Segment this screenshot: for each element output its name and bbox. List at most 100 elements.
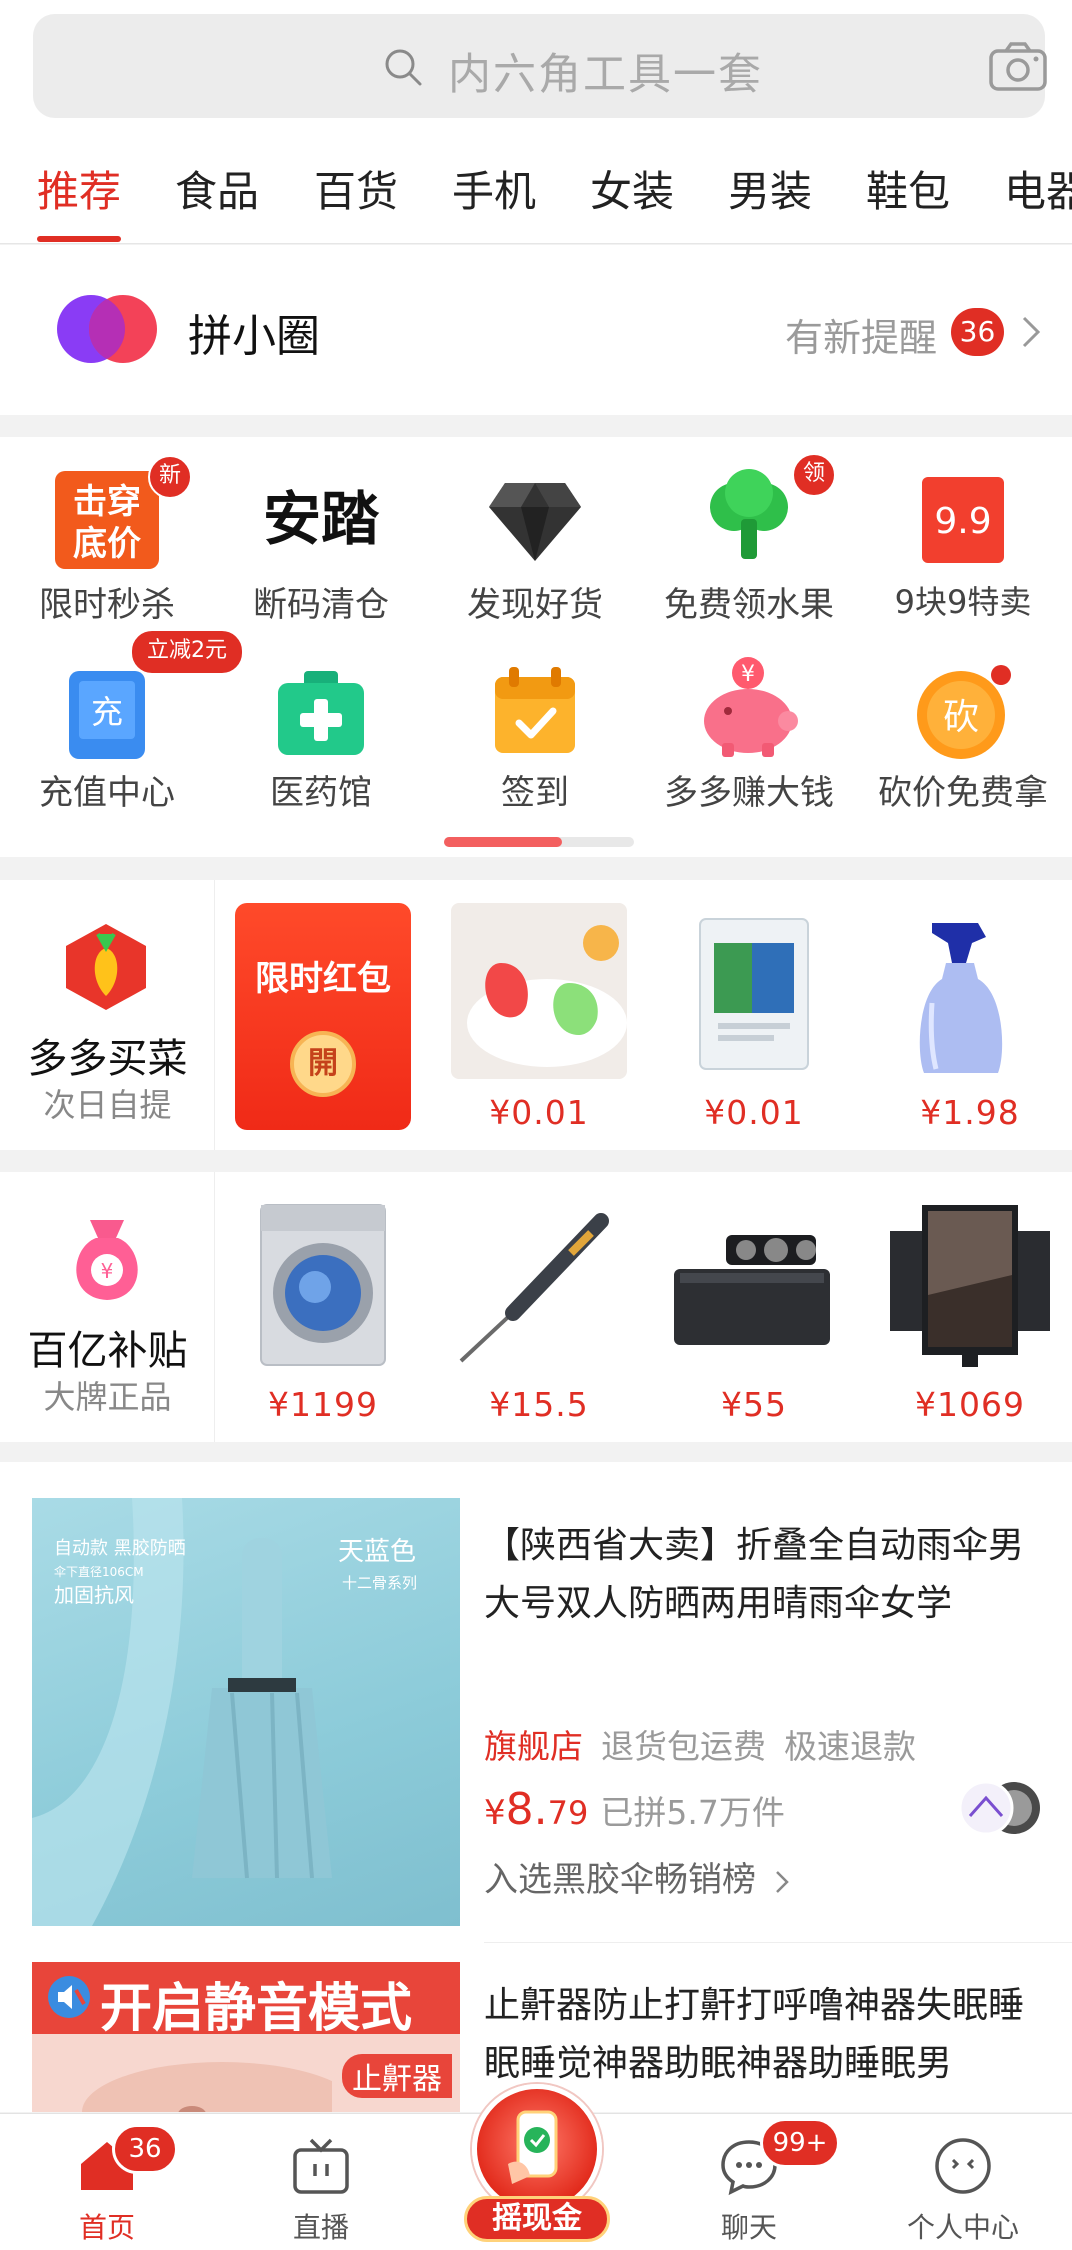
pipe-welder-image xyxy=(666,1195,842,1371)
product-price: ¥0.01 xyxy=(489,1093,589,1132)
tab-men[interactable]: 男装 xyxy=(728,158,812,219)
service-tag: 退货包运费 xyxy=(601,1727,766,1766)
svg-text:¥: ¥ xyxy=(741,662,755,687)
grid-label: 医药馆 xyxy=(270,773,372,813)
tab-food[interactable]: 食品 xyxy=(175,158,259,219)
salt-bag-image xyxy=(666,903,842,1079)
product-card[interactable]: ¥15.5 xyxy=(451,1195,631,1442)
friend-circle-row[interactable]: 拼小圈 有新提醒 36 xyxy=(0,245,1072,415)
tab-phones[interactable]: 手机 xyxy=(452,158,536,219)
product-price: ¥15.5 xyxy=(489,1385,589,1424)
bargain-icon: 砍 xyxy=(917,665,1011,759)
open-coin-icon[interactable]: 開 xyxy=(290,1031,356,1097)
svg-text:伞下直径106CM: 伞下直径106CM xyxy=(54,1564,144,1579)
grid-item-pharmacy[interactable]: 医药馆 xyxy=(214,629,428,829)
calendar-check-icon xyxy=(495,667,575,753)
product-card[interactable]: ¥1.98 xyxy=(882,903,1062,1150)
chat-badge: 99+ xyxy=(760,2118,840,2168)
grid-item-bargain[interactable]: 砍 砍价免费拿 xyxy=(856,629,1070,829)
grid-item-nine-nine[interactable]: 9.9 9块9特卖 xyxy=(856,437,1070,637)
circle-logo-icon xyxy=(57,295,157,363)
feed-item-title[interactable]: 止鼾器防止打鼾打呼噜神器失眠睡眠睡觉神器助眠神器助睡眠男 xyxy=(484,1977,1044,2093)
tab-bags[interactable]: 鞋包 xyxy=(866,158,950,219)
svg-text:加固抗风: 加固抗风 xyxy=(54,1583,134,1607)
grid-item-clearance[interactable]: 安踏 断码清仓 xyxy=(214,437,428,637)
search-placeholder[interactable]: 内六角工具一套 xyxy=(448,40,763,102)
umbrella-product-image[interactable]: 自动款 黑胶防晒 伞下直径106CM 加固抗风 天蓝色 十二骨系列 xyxy=(32,1498,460,1926)
product-chip: 止鼾器 xyxy=(342,2054,452,2098)
phone-hand-icon xyxy=(508,2110,558,2184)
svg-text:底价: 底价 xyxy=(73,524,141,564)
product-price: ¥1199 xyxy=(268,1385,378,1424)
grid-item-discover[interactable]: 发现好货 xyxy=(428,437,642,637)
nav-profile[interactable]: 个人中心 xyxy=(856,2114,1070,2250)
circle-remind-text: 有新提醒 xyxy=(785,316,938,360)
product-price: ¥1.98 xyxy=(920,1093,1020,1132)
spray-bottle-image xyxy=(882,903,1058,1079)
diamond-icon xyxy=(489,483,581,561)
svg-text:9.9: 9.9 xyxy=(934,501,991,542)
buyer-avatars xyxy=(958,1780,1040,1836)
nine-nine-icon: 9.9 xyxy=(922,477,1004,563)
grid-label: 充值中心 xyxy=(39,773,175,813)
feed-item-price: ¥8.79 已拼5.7万件 xyxy=(484,1784,785,1835)
washing-machine-image xyxy=(235,1195,411,1371)
grocery-lead[interactable]: 多多买菜 次日自提 xyxy=(0,880,215,1150)
product-price: ¥0.01 xyxy=(704,1093,804,1132)
medicine-box-icon xyxy=(278,671,364,755)
grid-scrollbar-thumb[interactable] xyxy=(444,837,562,847)
grid-item-earn-money[interactable]: ¥ 多多赚大钱 xyxy=(642,629,856,829)
nav-shake-cash[interactable]: 摇现金 xyxy=(464,2084,610,2250)
apple-peeler-image xyxy=(451,903,627,1079)
subsidy-subtitle: 大牌正品 xyxy=(43,1378,172,1416)
grid-label: 断码清仓 xyxy=(253,585,389,625)
anta-logo: 安踏 xyxy=(263,485,380,553)
product-card[interactable]: ¥1069 xyxy=(882,1195,1062,1442)
nav-home[interactable]: 36 首页 xyxy=(0,2114,214,2250)
monitor-image xyxy=(882,1195,1058,1371)
search-box[interactable]: 内六角工具一套 xyxy=(33,14,1048,118)
tab-recommend[interactable]: 推荐 xyxy=(37,158,121,219)
tab-general[interactable]: 百货 xyxy=(314,158,398,219)
grid-item-flash-sale[interactable]: 击穿 底价 新 限时秒杀 xyxy=(0,437,214,637)
product-card[interactable]: ¥55 xyxy=(666,1195,846,1442)
tree-icon xyxy=(710,469,788,559)
product-card[interactable]: ¥0.01 xyxy=(451,903,631,1150)
tab-women[interactable]: 女装 xyxy=(590,158,674,219)
nav-label: 直播 xyxy=(292,2211,349,2244)
service-tag: 极速退款 xyxy=(784,1727,916,1766)
product-card[interactable]: ¥0.01 xyxy=(666,903,846,1150)
red-packet-text: 限时红包 xyxy=(255,959,391,999)
subsidy-title: 百亿补贴 xyxy=(27,1328,188,1374)
feed-item-title[interactable]: 【陕西省大卖】折叠全自动雨伞男大号双人防晒两用晴雨伞女学 xyxy=(484,1517,1044,1633)
anti-snore-product-image[interactable]: 开启静音模式 止鼾器 xyxy=(32,1962,460,2112)
price-integer: 8. xyxy=(505,1784,548,1835)
nav-live[interactable]: 直播 xyxy=(214,2114,428,2250)
grid-label: 9块9特卖 xyxy=(894,583,1032,621)
active-tab-indicator xyxy=(37,236,121,242)
nav-label: 聊天 xyxy=(720,2211,777,2244)
svg-text:击穿: 击穿 xyxy=(73,482,141,522)
grid-scrollbar[interactable] xyxy=(444,837,634,847)
profile-icon xyxy=(935,2138,991,2194)
grid-item-free-fruit[interactable]: 领 免费领水果 xyxy=(642,437,856,637)
top-bar: 内六角工具一套 推荐 食品 百货 手机 女装 男装 鞋包 电器 xyxy=(0,0,1072,244)
category-tabs: 推荐 食品 百货 手机 女装 男装 鞋包 电器 xyxy=(0,150,1072,244)
grid-label: 限时秒杀 xyxy=(39,585,175,625)
camera-icon[interactable] xyxy=(988,41,1048,93)
price-decimal: 79 xyxy=(547,1794,589,1832)
rank-link[interactable]: 入选黑胶伞畅销榜 xyxy=(484,1852,789,1901)
carrot-icon xyxy=(66,924,146,1010)
product-feed: 自动款 黑胶防晒 伞下直径106CM 加固抗风 天蓝色 十二骨系列 【陕西省大卖… xyxy=(0,1462,1072,2112)
grid-item-checkin[interactable]: 签到 xyxy=(428,629,642,829)
tab-appliances[interactable]: 电器 xyxy=(1004,158,1072,219)
subsidy-lead[interactable]: ¥ 百亿补贴 大牌正品 xyxy=(0,1172,215,1442)
red-packet-card[interactable]: 限时红包 開 xyxy=(235,903,411,1130)
grid-item-recharge[interactable]: 充 立减2元 充值中心 xyxy=(0,629,244,829)
product-card[interactable]: ¥1199 xyxy=(235,1195,415,1442)
grid-label: 发现好货 xyxy=(467,585,603,625)
new-badge: 新 xyxy=(148,455,192,499)
sold-count: 已拼5.7万件 xyxy=(600,1793,785,1832)
nav-label: 摇现金 xyxy=(464,2196,610,2242)
nav-chat[interactable]: 99+ 聊天 xyxy=(642,2114,856,2250)
